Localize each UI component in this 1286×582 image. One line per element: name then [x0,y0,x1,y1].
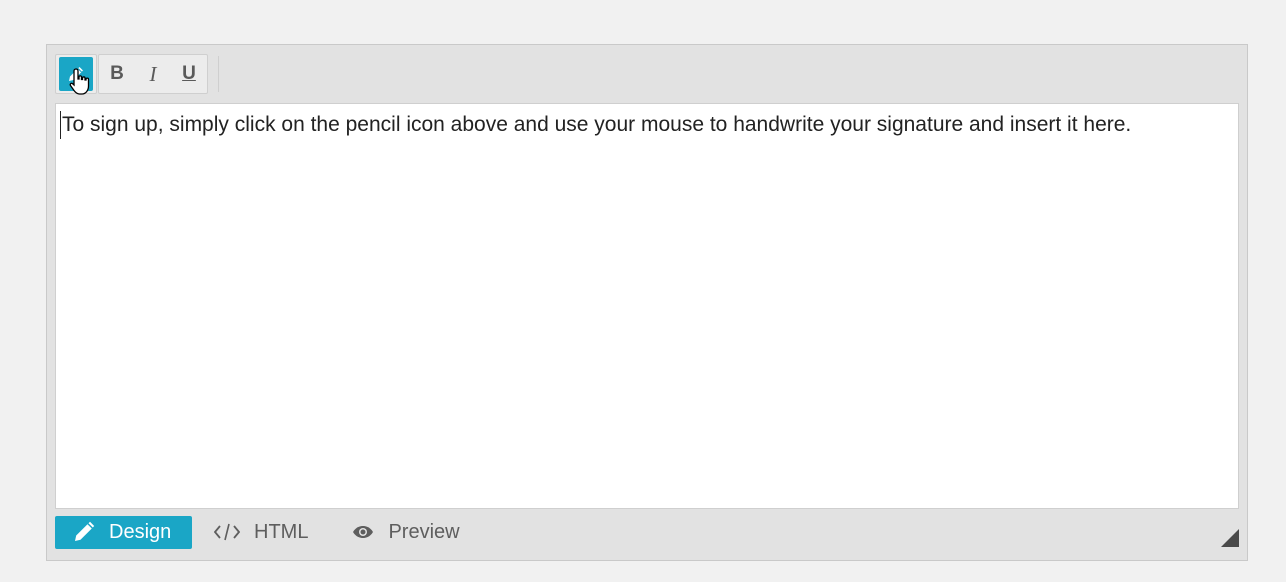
html-mode-label: HTML [254,520,309,543]
bold-button[interactable]: B [99,55,135,93]
toolbar-separator [218,56,219,92]
rich-text-editor: B I U To sign up, simply click on the pe… [46,44,1248,561]
preview-mode-label: Preview [388,520,460,543]
signature-pencil-button[interactable] [55,54,97,95]
mode-switcher: Design HTML Preview [55,515,480,549]
html-mode-button[interactable]: HTML [200,516,326,549]
design-mode-button[interactable]: Design [55,515,192,549]
preview-mode-button[interactable]: Preview [336,516,477,549]
format-button-group: B I U [98,54,208,94]
resize-handle-icon[interactable] [1221,529,1239,547]
pencil-icon [59,57,93,91]
editor-toolbar: B I U [55,53,219,95]
eye-icon [352,525,374,539]
code-icon [214,523,240,541]
underline-button[interactable]: U [171,55,207,93]
italic-button[interactable]: I [135,55,171,93]
pencil-icon [73,521,95,543]
editor-content-area[interactable]: To sign up, simply click on the pencil i… [55,103,1239,509]
editor-content-text: To sign up, simply click on the pencil i… [60,111,1232,139]
design-mode-label: Design [109,520,172,543]
